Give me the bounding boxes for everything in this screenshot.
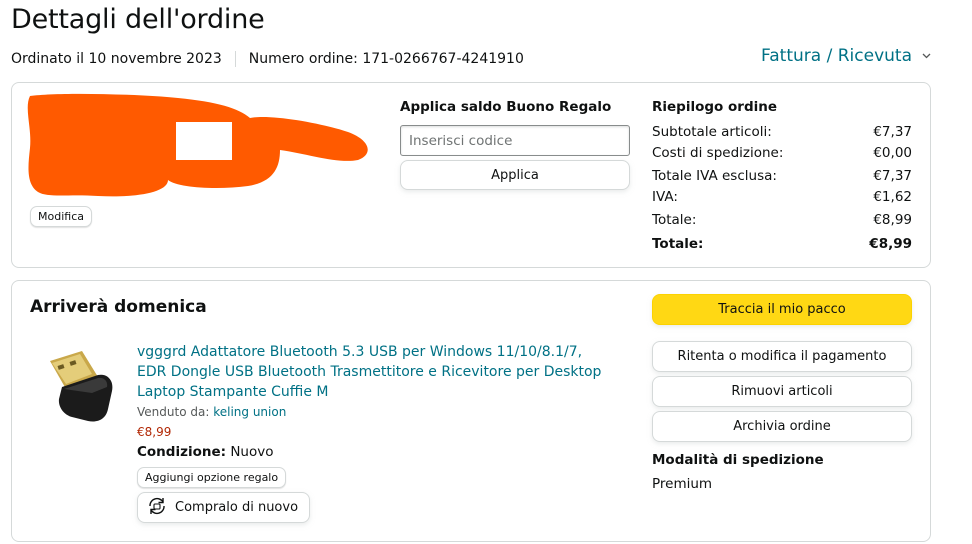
summary-label: Subtotale articoli: [652,123,772,140]
seller-link[interactable]: keling union [213,405,286,419]
redacted-address [27,93,368,197]
rebuy-icon [146,495,168,521]
summary-label: Totale: [652,211,697,228]
product-title-link[interactable]: vgggrd Adattatore Bluetooth 5.3 USB per … [137,342,607,402]
summary-row: IVA: €1,62 [652,186,912,207]
condition-value: Nuovo [230,444,274,460]
shipping-method-value: Premium [652,476,713,492]
seller-info: Venduto da: keling union [137,405,286,419]
seller-label: Venduto da: [137,405,210,419]
order-summary: Riepilogo ordine Subtotale articoli: €7,… [652,99,912,254]
summary-value: €7,37 [873,167,912,184]
summary-value: €1,62 [873,188,912,205]
order-number: Numero ordine: 171-0266767-4241910 [248,51,524,67]
summary-value: €7,37 [873,123,912,140]
condition-label: Condizione: [137,444,227,460]
summary-row: Subtotale articoli: €7,37 [652,121,912,142]
summary-value: €0,00 [873,144,912,161]
product-image[interactable] [42,347,116,427]
order-summary-card: Modifica Applica saldo Buono Regalo Appl… [11,82,931,268]
summary-row: Totale: €8,99 [652,209,912,230]
buy-again-button[interactable]: Compralo di nuovo [137,492,311,523]
summary-row: Costi di spedizione: €0,00 [652,142,912,163]
summary-row: Totale IVA esclusa: €7,37 [652,165,912,186]
delivery-status-title: Arriverà domenica [30,297,207,317]
summary-title: Riepilogo ordine [652,99,778,115]
summary-label: Costi di spedizione: [652,144,784,161]
shipping-method-title: Modalità di spedizione [652,452,824,468]
summary-label: IVA: [652,188,678,205]
invoice-label: Fattura / Ricevuta [761,46,912,66]
meta-divider [234,51,236,67]
remove-items-button[interactable]: Rimuovi articoli [652,376,912,407]
apply-gift-button[interactable]: Applica [400,160,630,190]
product-price: €8,99 [137,425,172,439]
grand-total-label: Totale: [652,235,704,252]
add-gift-option-button[interactable]: Aggiungi opzione regalo [137,467,287,488]
order-date: Ordinato il 10 novembre 2023 [11,51,222,67]
summary-value: €8,99 [873,211,912,228]
retry-payment-button[interactable]: Ritenta o modifica il pagamento [652,341,912,372]
buy-again-label: Compralo di nuovo [175,500,299,515]
gift-code-input[interactable] [400,125,630,156]
track-package-button[interactable]: Traccia il mio pacco [652,294,912,325]
gift-card-title: Applica saldo Buono Regalo [400,99,612,115]
grand-total-value: €8,99 [869,235,912,252]
archive-order-button[interactable]: Archivia ordine [652,411,912,442]
summary-label: Totale IVA esclusa: [652,167,777,184]
shipment-card: Arriverà domenica vgggrd Adattatore Blue… [11,280,931,542]
page-title: Dettagli dell'ordine [11,4,265,35]
invoice-dropdown[interactable]: Fattura / Ricevuta [761,46,931,66]
chevron-down-icon [922,51,931,62]
edit-address-button[interactable]: Modifica [30,206,92,227]
product-condition: Condizione: Nuovo [137,444,273,460]
order-meta: Ordinato il 10 novembre 2023 Numero ordi… [11,51,524,67]
grand-total-row: Totale: €8,99 [652,233,912,254]
